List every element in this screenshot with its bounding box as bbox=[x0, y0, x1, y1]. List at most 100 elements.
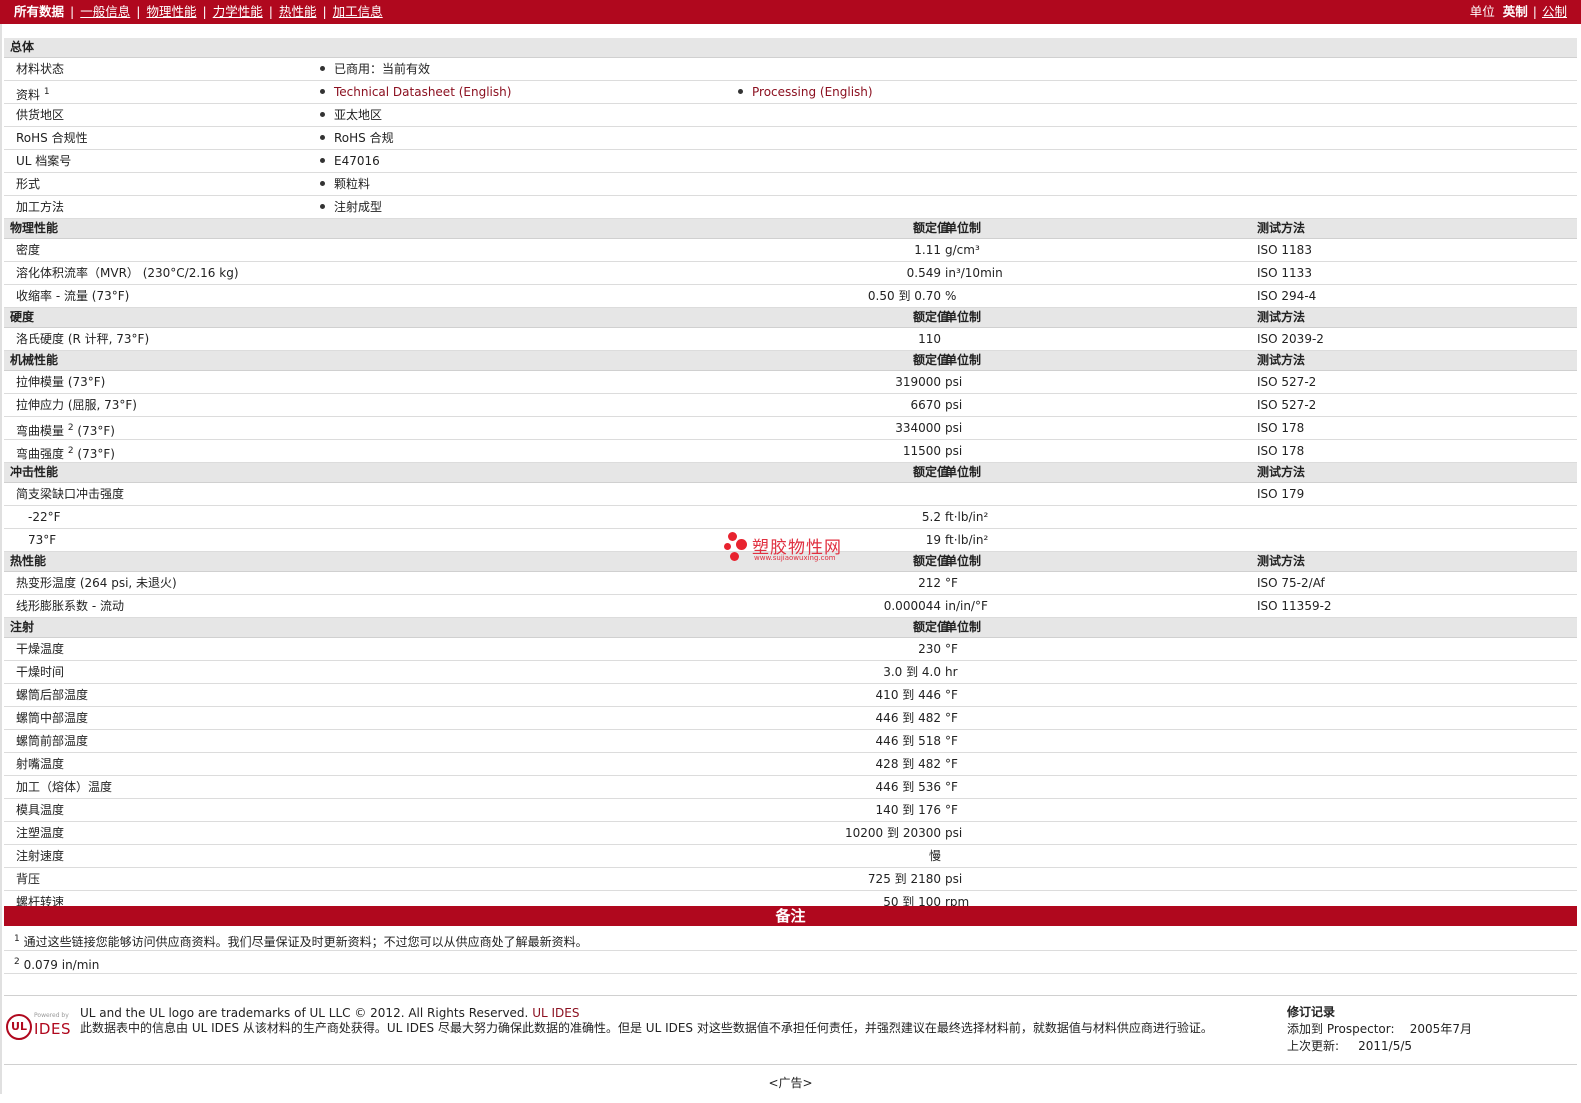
left-border bbox=[0, 24, 2, 1094]
header-rated: 额定值 bbox=[912, 310, 949, 324]
bullet-icon bbox=[320, 204, 325, 209]
watermark-dot-icon bbox=[730, 552, 739, 561]
row-value: 212 bbox=[918, 576, 941, 590]
header-unit: 单位制 bbox=[945, 221, 982, 235]
row-value: 446 到 518 bbox=[875, 734, 941, 748]
row-value: 1.11 bbox=[914, 243, 941, 257]
row-label: 射嘴温度 bbox=[16, 757, 65, 771]
bullet-value: 注射成型 bbox=[320, 196, 382, 218]
updated-value: 2011/5/5 bbox=[1358, 1039, 1413, 1053]
row-unit: °F bbox=[945, 576, 958, 590]
row-label: 注射速度 bbox=[16, 849, 65, 863]
row-label: UL 档案号 bbox=[16, 154, 72, 168]
row-unit: °F bbox=[945, 803, 958, 817]
label-text: 弯曲模量 bbox=[16, 424, 65, 438]
bullet-value: E47016 bbox=[320, 150, 380, 172]
updated-label: 上次更新: bbox=[1287, 1039, 1340, 1053]
ides-logo-text: IDES bbox=[34, 1020, 71, 1038]
table-row: 弯曲模量 2 (73°F) 334000 psi ISO 178 bbox=[4, 417, 1577, 440]
row-label: 螺筒中部温度 bbox=[16, 711, 89, 725]
nav-processing[interactable]: 加工信息 bbox=[333, 4, 383, 19]
value-text: E47016 bbox=[334, 154, 380, 168]
nav-mechanical[interactable]: 力学性能 bbox=[213, 4, 263, 19]
row-test: ISO 179 bbox=[1257, 487, 1305, 501]
header-unit: 单位制 bbox=[945, 554, 982, 568]
powered-by-text: Powered by bbox=[34, 1012, 69, 1019]
value-text: 亚太地区 bbox=[334, 108, 383, 122]
row-unit: hr bbox=[945, 665, 958, 679]
row-label: 模具温度 bbox=[16, 803, 65, 817]
bullet-icon bbox=[320, 89, 325, 94]
row-label: 背压 bbox=[16, 872, 41, 886]
footer-disclaimer: UL and the UL logo are trademarks of UL … bbox=[80, 1006, 1270, 1036]
trademark-line: UL and the UL logo are trademarks of UL … bbox=[80, 1006, 1270, 1021]
header-test: 测试方法 bbox=[1257, 465, 1306, 479]
bullet-value: 颗粒料 bbox=[320, 173, 370, 195]
row-label: 溶化体积流率（MVR） (230°C/2.16 kg) bbox=[16, 266, 239, 280]
row-test: ISO 1183 bbox=[1257, 243, 1312, 257]
nav-thermal[interactable]: 热性能 bbox=[279, 4, 317, 19]
row-label: 供货地区 bbox=[16, 108, 65, 122]
nav-all-data[interactable]: 所有数据 bbox=[14, 4, 64, 19]
unit-imperial[interactable]: 英制 bbox=[1503, 4, 1528, 19]
row-label: 拉伸应力 (屈服, 73°F) bbox=[16, 398, 137, 412]
ul-ides-link[interactable]: UL IDES bbox=[532, 1006, 579, 1020]
row-value: 19 bbox=[925, 533, 941, 547]
section-title: 热性能 bbox=[10, 554, 47, 568]
section-impact: 冲击性能 额定值 单位制 测试方法 bbox=[4, 463, 1577, 483]
watermark-dot-icon bbox=[736, 539, 747, 550]
header-rated: 额定值 bbox=[912, 465, 949, 479]
nav-general-info[interactable]: 一般信息 bbox=[80, 4, 130, 19]
row-value: 5.2 bbox=[921, 510, 941, 524]
row-unit: °F bbox=[945, 757, 958, 771]
table-row: 材料状态 已商用：当前有效 bbox=[4, 58, 1577, 81]
revision-title: 修订记录 bbox=[1287, 1005, 1336, 1019]
table-row: 收缩率 - 流量 (73°F) 0.50 到 0.70% ISO 294-4 bbox=[4, 285, 1577, 308]
table-row: 简支梁缺口冲击强度 ISO 179 bbox=[4, 483, 1577, 506]
footnote-ref[interactable]: 1 bbox=[44, 87, 50, 97]
row-label: 线形膨胀系数 - 流动 bbox=[16, 599, 124, 613]
table-row: 资料 1 Technical Datasheet (English) Process… bbox=[4, 81, 1577, 104]
table-row: 洛氏硬度 (R 计秤, 73°F) 110 ISO 2039-2 bbox=[4, 328, 1577, 351]
datasheet-table: 总体 材料状态 已商用：当前有效 资料 1 Technical Datasheet … bbox=[4, 38, 1577, 914]
watermark-url: www.sujiaowuxing.com bbox=[754, 554, 836, 562]
trademark-text: UL and the UL logo are trademarks of UL … bbox=[80, 1006, 529, 1020]
row-test: ISO 11359-2 bbox=[1257, 599, 1332, 613]
row-label: 73°F bbox=[28, 533, 57, 547]
row-unit: °F bbox=[945, 642, 958, 656]
label-text: 资料 bbox=[16, 88, 41, 102]
technical-datasheet-link[interactable]: Technical Datasheet (English) bbox=[334, 85, 511, 99]
row-value: 0.000044 bbox=[883, 599, 941, 613]
table-row: 拉伸模量 (73°F) 319000 psi ISO 527-2 bbox=[4, 371, 1577, 394]
row-label: 弯曲强度 2 (73°F) bbox=[16, 440, 115, 465]
row-unit: °F bbox=[945, 688, 958, 702]
section-general: 总体 bbox=[4, 38, 1577, 58]
row-test: ISO 2039-2 bbox=[1257, 332, 1324, 346]
nav-physical[interactable]: 物理性能 bbox=[146, 4, 196, 19]
revision-added: 添加到 Prospector: 2005年7月 bbox=[1287, 1021, 1472, 1038]
table-row: 供货地区 亚太地区 bbox=[4, 104, 1577, 127]
bullet-icon bbox=[320, 112, 325, 117]
unit-metric[interactable]: 公制 bbox=[1542, 4, 1567, 19]
processing-link[interactable]: Processing (English) bbox=[752, 85, 873, 99]
watermark-logo: 塑胶物性网 www.sujiaowuxing.com bbox=[722, 530, 862, 564]
row-label: 螺筒后部温度 bbox=[16, 688, 89, 702]
table-row: 加工（熔体）温度 446 到 536 °F bbox=[4, 776, 1577, 799]
added-value: 2005年7月 bbox=[1409, 1022, 1472, 1036]
top-nav-bar: 所有数据 | 一般信息 | 物理性能 | 力学性能 | 热性能 | 加工信息 单位 英制 | 公制 bbox=[0, 0, 1581, 24]
row-label: 干燥温度 bbox=[16, 642, 65, 656]
section-injection: 注射 额定值 单位制 bbox=[4, 618, 1577, 638]
header-unit: 单位制 bbox=[945, 620, 982, 634]
row-value: 725 到 2180 bbox=[867, 872, 941, 886]
header-unit: 单位制 bbox=[945, 310, 982, 324]
table-row: 射嘴温度 428 到 482 °F bbox=[4, 753, 1577, 776]
row-value: 319000 bbox=[895, 375, 941, 389]
row-label: 资料 1 bbox=[16, 81, 50, 106]
row-value: 11500 bbox=[902, 444, 941, 458]
revision-updated: 上次更新: 2011/5/5 bbox=[1287, 1038, 1472, 1055]
ul-ides-logo[interactable]: UL Powered by IDES bbox=[6, 1004, 72, 1044]
row-unit: psi bbox=[945, 826, 963, 840]
table-row: 密度 1.11 g/cm³ ISO 1183 bbox=[4, 239, 1577, 262]
row-value: 6670 bbox=[910, 398, 941, 412]
table-row: 弯曲强度 2 (73°F) 11500 psi ISO 178 bbox=[4, 440, 1577, 463]
